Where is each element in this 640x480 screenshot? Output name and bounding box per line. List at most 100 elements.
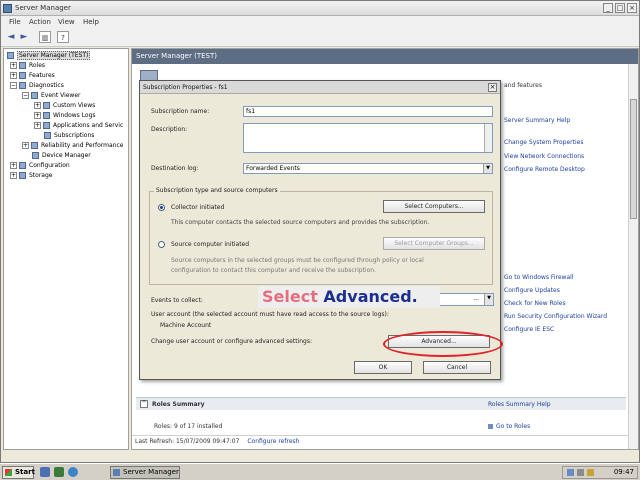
tree-item-features[interactable]: + Features bbox=[10, 71, 55, 81]
tree-root[interactable]: Server Manager (TEST) bbox=[7, 51, 91, 61]
tree-item-custom-views[interactable]: + Custom Views bbox=[34, 101, 95, 111]
server-icon bbox=[7, 52, 14, 59]
network-icon[interactable] bbox=[567, 469, 574, 476]
window-title: Server Manager bbox=[15, 4, 71, 12]
back-arrow-icon[interactable]: ◄ bbox=[5, 31, 17, 43]
dialog-title: Subscription Properties - fs1 bbox=[143, 84, 228, 91]
go-to-firewall-link[interactable]: Go to Windows Firewall bbox=[496, 274, 573, 281]
subscription-name-label: Subscription name: bbox=[151, 108, 210, 115]
configure-refresh-link[interactable]: Configure refresh bbox=[247, 438, 299, 445]
show-desktop-icon[interactable] bbox=[40, 467, 50, 477]
internet-explorer-icon[interactable] bbox=[68, 467, 78, 477]
tree-item-configuration[interactable]: + Configuration bbox=[10, 161, 70, 171]
minimize-button[interactable]: _ bbox=[603, 3, 613, 13]
tree-item-windows-logs[interactable]: + Windows Logs bbox=[34, 111, 96, 121]
events-filter-value: ... bbox=[473, 295, 479, 302]
description-scrollbar[interactable] bbox=[484, 124, 492, 152]
tree-item-event-viewer[interactable]: − Event Viewer bbox=[22, 91, 81, 101]
view-network-connections-link[interactable]: View Network Connections bbox=[496, 153, 584, 160]
tree-item-roles[interactable]: + Roles bbox=[10, 61, 45, 71]
tree-item-device-manager[interactable]: Device Manager bbox=[32, 151, 91, 161]
collapse-chevron-icon[interactable]: ^ bbox=[140, 400, 148, 408]
user-account-label: User account (the selected account must … bbox=[151, 311, 389, 318]
refresh-status: Last Refresh: 15/07/2009 09:47:07 Config… bbox=[132, 435, 628, 447]
ok-button[interactable]: OK bbox=[354, 361, 412, 374]
callout-target: Advanced. bbox=[323, 287, 418, 306]
reliability-icon bbox=[31, 142, 38, 149]
go-to-roles-link[interactable]: Go to Roles bbox=[488, 423, 530, 430]
collector-initiated-label: Collector initiated bbox=[171, 204, 225, 211]
server-manager-quicklaunch-icon[interactable] bbox=[54, 467, 64, 477]
tree-item-applications-services[interactable]: + Applications and Servic bbox=[34, 121, 123, 131]
storage-icon bbox=[19, 172, 26, 179]
last-refresh-text: Last Refresh: 15/07/2009 09:47:07 bbox=[135, 438, 240, 445]
menu-view[interactable]: View bbox=[58, 18, 75, 26]
folder-icon bbox=[43, 102, 50, 109]
tree-item-storage[interactable]: + Storage bbox=[10, 171, 52, 181]
scroll-thumb[interactable] bbox=[630, 99, 637, 219]
volume-icon[interactable] bbox=[577, 469, 584, 476]
highlight-ellipse bbox=[383, 331, 503, 357]
destination-log-value: Forwarded Events bbox=[246, 165, 300, 172]
content-header: Server Manager (TEST) bbox=[132, 49, 638, 64]
subscription-name-input[interactable]: fs1 bbox=[243, 106, 493, 117]
start-button[interactable]: Start bbox=[2, 466, 35, 479]
server-manager-icon bbox=[3, 4, 12, 13]
event-viewer-icon bbox=[31, 92, 38, 99]
device-manager-icon bbox=[32, 152, 39, 159]
source-description-line2: configuration to contact this computer a… bbox=[171, 267, 376, 274]
configure-ie-esc-link[interactable]: Configure IE ESC bbox=[496, 326, 554, 333]
roles-summary-title: Roles Summary bbox=[152, 401, 205, 408]
tree-item-reliability[interactable]: + Reliability and Performance bbox=[22, 141, 123, 151]
tree-item-subscriptions[interactable]: Subscriptions bbox=[44, 131, 94, 141]
security-wizard-link[interactable]: Run Security Configuration Wizard bbox=[496, 313, 607, 320]
change-system-properties-link[interactable]: Change System Properties bbox=[496, 139, 583, 146]
system-tray: 09:47 bbox=[562, 466, 638, 479]
select-computers-button[interactable]: Select Computers... bbox=[383, 200, 485, 213]
server-summary-help-link[interactable]: Server Summary Help bbox=[496, 117, 570, 124]
description-textarea[interactable] bbox=[243, 123, 493, 153]
select-computer-groups-button[interactable]: Select Computer Groups... bbox=[383, 237, 485, 250]
tree-item-diagnostics[interactable]: − Diagnostics bbox=[10, 81, 64, 91]
source-description-line1: Source computers in the selected groups … bbox=[171, 257, 424, 264]
title-bar: Server Manager _ □ × bbox=[1, 1, 639, 16]
dropdown-arrow-icon: ▼ bbox=[484, 294, 493, 305]
check-new-roles-link[interactable]: Check for New Roles bbox=[496, 300, 566, 307]
forward-arrow-icon[interactable]: ► bbox=[18, 31, 30, 43]
menu-action[interactable]: Action bbox=[29, 18, 51, 26]
roles-summary-help-link[interactable]: Roles Summary Help bbox=[488, 401, 551, 408]
menu-help[interactable]: Help bbox=[83, 18, 99, 26]
content-scrollbar[interactable] bbox=[628, 64, 638, 449]
menu-bar: File Action View Help bbox=[1, 16, 639, 29]
callout-verb: Select bbox=[262, 287, 318, 306]
collector-initiated-radio[interactable] bbox=[158, 204, 165, 211]
configure-updates-link[interactable]: Configure Updates bbox=[496, 287, 560, 294]
user-account-value: Machine Account bbox=[160, 322, 212, 329]
dialog-title-bar: Subscription Properties - fs1 × bbox=[140, 81, 500, 94]
security-icon[interactable] bbox=[587, 469, 594, 476]
instruction-callout: Select Advanced. bbox=[258, 286, 440, 308]
close-button[interactable]: × bbox=[627, 3, 637, 13]
features-fragment: and features bbox=[504, 82, 542, 89]
configure-remote-desktop-link[interactable]: Configure Remote Desktop bbox=[496, 166, 585, 173]
dropdown-arrow-icon: ▼ bbox=[483, 164, 492, 173]
subscription-type-title: Subscription type and source computers bbox=[154, 187, 280, 194]
dialog-close-button[interactable]: × bbox=[488, 83, 497, 92]
destination-log-select[interactable]: Forwarded Events ▼ bbox=[243, 163, 493, 174]
roles-count: Roles: 9 of 17 installed bbox=[154, 423, 223, 430]
help-icon[interactable]: ? bbox=[57, 31, 69, 43]
cancel-button[interactable]: Cancel bbox=[423, 361, 491, 374]
show-hide-tree-icon[interactable]: ▥ bbox=[39, 31, 51, 43]
roles-icon bbox=[19, 62, 26, 69]
navigation-tree: Server Manager (TEST) + Roles + Features −… bbox=[3, 48, 129, 450]
configuration-icon bbox=[19, 162, 26, 169]
destination-log-label: Destination log: bbox=[151, 165, 199, 172]
folder-icon bbox=[43, 112, 50, 119]
clock: 09:47 bbox=[613, 468, 634, 476]
roles-summary-bar: ^ Roles Summary Roles Summary Help bbox=[136, 397, 626, 410]
maximize-button[interactable]: □ bbox=[615, 3, 625, 13]
menu-file[interactable]: File bbox=[9, 18, 21, 26]
taskbar-server-manager[interactable]: Server Manager bbox=[110, 466, 180, 479]
source-initiated-radio[interactable] bbox=[158, 241, 165, 248]
events-to-collect-label: Events to collect: bbox=[151, 297, 203, 304]
